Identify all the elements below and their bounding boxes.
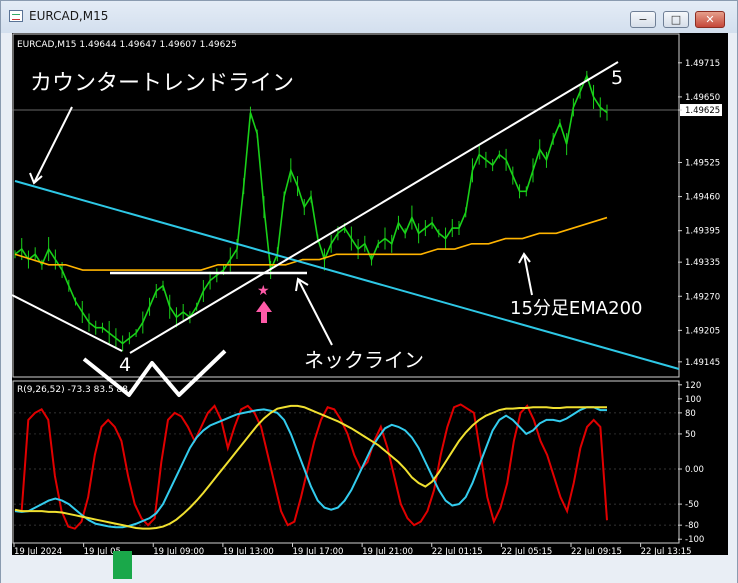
counter-trendline-arrow: [33, 106, 73, 184]
counter-trendline[interactable]: [14, 180, 680, 370]
time-tick-label: 22 Jul 01:15: [432, 547, 483, 555]
label-counter-trendline: カウンタートレンドライン: [30, 71, 294, 96]
title-bar[interactable]: EURCAD,M15 − □ ✕: [1, 1, 737, 33]
time-tick-label: 19 Jul 2024: [14, 547, 62, 555]
terminal-window: EURCAD,M15 − □ ✕ EURCAD,M15 1.49644 1.49…: [0, 0, 738, 583]
time-tick-label: 22 Jul 13:15: [641, 547, 692, 555]
price-tick-label: 1.49525: [685, 158, 720, 168]
time-tick-label: 22 Jul 09:15: [571, 547, 622, 555]
chart-window-icon: [9, 10, 23, 22]
label-ema200: 15分足EMA200: [510, 298, 642, 319]
maximize-button[interactable]: □: [663, 11, 689, 28]
price-tick-label: 1.49625: [685, 106, 720, 116]
window-title: EURCAD,M15: [29, 9, 109, 23]
price-tick-label: 1.49145: [685, 358, 720, 368]
downtrend-line[interactable]: [11, 294, 123, 352]
osc-tick-label: -80: [685, 521, 699, 531]
time-tick-label: 22 Jul 05:15: [501, 547, 552, 555]
neckline-arrow: [297, 278, 333, 346]
osc-tick-label: 120: [685, 381, 701, 391]
price-tick-label: 1.49395: [685, 227, 720, 237]
osc-tick-label: 50: [685, 430, 696, 440]
price-tick-label: 1.49715: [685, 59, 720, 69]
oscillator-series: [14, 403, 608, 530]
osc-tick-label: 80: [685, 409, 696, 419]
oscillator-header: R(9,26,52) -73.3 83.5 88.: [17, 385, 131, 395]
price-tick-label: 1.49270: [685, 292, 720, 302]
oscillator-panel-frame: [12, 380, 680, 544]
osc-tick-label: 100: [685, 395, 701, 405]
oscillator-line-1: [15, 403, 608, 530]
osc-tick-label: 0.00: [685, 465, 704, 475]
time-tick-label: 19 Jul 13:00: [223, 547, 274, 555]
wave-label-4: 4: [119, 354, 131, 376]
price-tick-label: 1.49205: [685, 326, 720, 336]
price-tick-label: 1.49335: [685, 258, 720, 268]
time-tick-label: 19 Jul 09:00: [153, 547, 204, 555]
osc-tick-label: -100: [685, 535, 704, 545]
minimize-button[interactable]: −: [630, 11, 656, 28]
oscillator-axis: 120 100 80 50 0.00 -50 -80 -100: [14, 381, 704, 545]
price-axis: 1.49715 1.49650 1.49625 1.49525 1.49460 1.493…: [12, 59, 722, 368]
time-tick-label: 19 Jul 21:00: [362, 547, 413, 555]
highlight-marker: [113, 551, 132, 579]
time-tick-label: 19 Jul 17:00: [292, 547, 343, 555]
price-tick-label: 1.49460: [685, 193, 720, 203]
close-button[interactable]: ✕: [695, 11, 725, 28]
price-panel-header: EURCAD,M15 1.49644 1.49647 1.49607 1.496…: [17, 40, 237, 50]
label-neckline: ネックライン: [304, 348, 424, 372]
ema200-line: [14, 216, 608, 271]
chart-area[interactable]: EURCAD,M15 1.49644 1.49647 1.49607 1.496…: [11, 33, 728, 557]
osc-tick-label: -50: [685, 500, 699, 510]
status-bar: [1, 557, 737, 583]
chart-canvas[interactable]: EURCAD,M15 1.49644 1.49647 1.49607 1.496…: [11, 33, 728, 557]
wave-label-5: 5: [611, 67, 623, 89]
buy-arrow-icon: [256, 301, 272, 323]
price-tick-label: 1.49650: [685, 93, 720, 103]
signal-star-icon: ★: [257, 283, 270, 299]
